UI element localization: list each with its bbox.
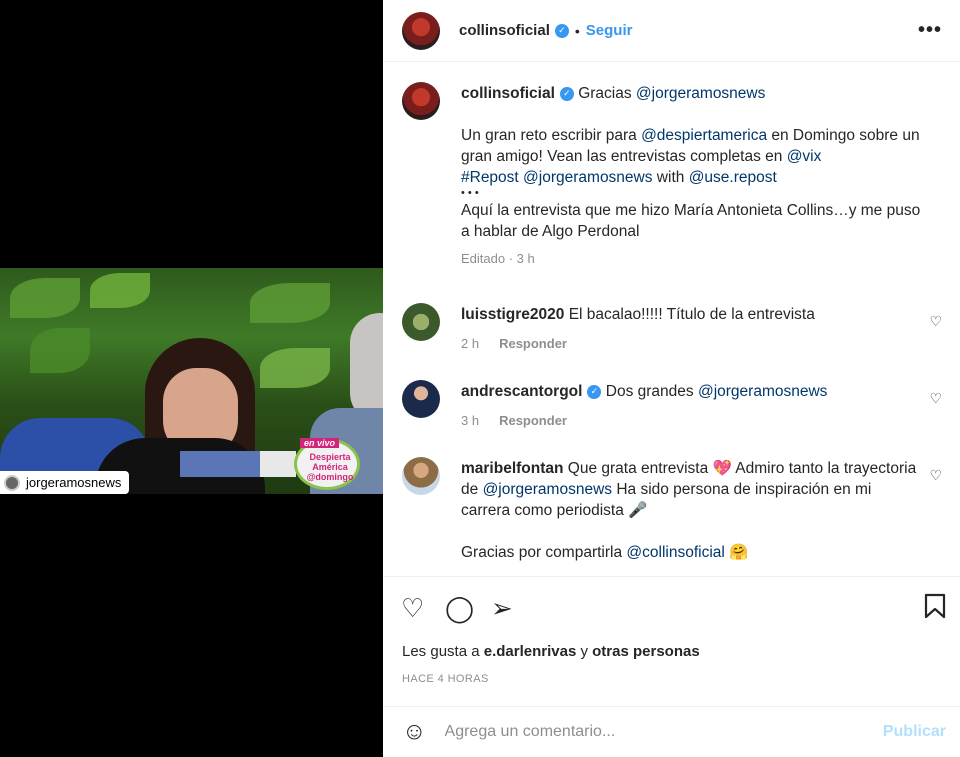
lower-third-bar-white bbox=[260, 451, 296, 477]
comment-text: Dos grandes bbox=[605, 383, 698, 400]
mention-link[interactable]: @jorgeramosnews bbox=[636, 85, 765, 102]
comment-body: maribelfontan Que grata entrevista 💖 Adm… bbox=[461, 457, 921, 563]
comment-like-icon[interactable]: ♡ bbox=[929, 313, 942, 330]
show-logo-text: Despierta América @domingo bbox=[306, 452, 354, 482]
foliage bbox=[30, 328, 90, 373]
caption-text: Un gran reto escribir para bbox=[461, 127, 642, 144]
comment-username[interactable]: luisstigre2020 bbox=[461, 306, 564, 323]
comment-item: andrescantorgol ✓ Dos grandes @jorgeramos… bbox=[402, 380, 942, 431]
lower-third-bar bbox=[180, 451, 260, 477]
mention-link[interactable]: @jorgeramosnews bbox=[523, 169, 652, 186]
tag-avatar bbox=[4, 474, 20, 491]
comment-time: 2 h bbox=[461, 336, 480, 351]
comment-text: 🤗 bbox=[724, 544, 749, 561]
hashtag-link[interactable]: #Repost bbox=[461, 169, 519, 186]
comment-like-icon[interactable]: ♡ bbox=[929, 390, 942, 407]
tag-username: jorgeramosnews bbox=[26, 475, 122, 490]
comment-icon[interactable]: ◯ bbox=[445, 593, 474, 623]
post-header: collinsoficial ✓ • Seguir ••• bbox=[383, 0, 960, 62]
reply-button[interactable]: Responder bbox=[499, 413, 567, 428]
avatar[interactable] bbox=[402, 11, 440, 50]
comment-time: 3 h bbox=[461, 413, 480, 428]
verified-icon: ✓ bbox=[587, 384, 602, 399]
foliage bbox=[260, 348, 330, 388]
post-media[interactable]: en vivo Despierta América @domingo jorge… bbox=[0, 0, 383, 757]
post-actions: ♡ ◯ ➢ Les gusta a e.darlenrivas y otras … bbox=[383, 576, 960, 706]
caption-paragraph: Un gran reto escribir para @despiertamer… bbox=[461, 125, 921, 167]
heart-icon[interactable]: ♡ bbox=[401, 593, 424, 623]
others-link[interactable]: otras personas bbox=[592, 643, 700, 660]
liker-username[interactable]: e.darlenrivas bbox=[484, 643, 577, 660]
avatar[interactable] bbox=[402, 303, 440, 341]
post-panel: collinsoficial ✓ • Seguir ••• collinsofi… bbox=[383, 0, 960, 757]
foliage bbox=[250, 283, 330, 323]
mention-link[interactable]: @despiertamerica bbox=[641, 127, 767, 144]
comment-text: El bacalao!!!!! Título de la entrevista bbox=[568, 306, 815, 323]
post-time: HACE 4 HORAS bbox=[402, 673, 489, 685]
publish-button[interactable]: Publicar bbox=[883, 723, 946, 741]
likes-prefix: Les gusta a bbox=[402, 643, 484, 660]
action-bar: ♡ ◯ ➢ bbox=[401, 593, 946, 623]
smile-icon[interactable]: ☺ bbox=[402, 718, 427, 746]
verified-icon: ✓ bbox=[554, 23, 569, 38]
comment-text: Gracias por compartirla bbox=[461, 544, 627, 561]
caption-text: Gracias bbox=[578, 85, 636, 102]
avatar[interactable] bbox=[402, 82, 440, 120]
post-video[interactable]: en vivo Despierta América @domingo bbox=[0, 268, 383, 494]
caption-text: Aquí la entrevista que me hizo María Ant… bbox=[461, 202, 921, 240]
comment-item: maribelfontan Que grata entrevista 💖 Adm… bbox=[402, 457, 942, 563]
interviewer-head bbox=[350, 313, 383, 423]
caption-body: collinsoficial ✓ Gracias @jorgeramosnews … bbox=[461, 82, 921, 269]
comment-item: luisstigre2020 El bacalao!!!!! Título de… bbox=[402, 303, 942, 354]
caption-dots: • • • bbox=[461, 187, 479, 199]
comment-body: andrescantorgol ✓ Dos grandes @jorgeramos… bbox=[461, 380, 921, 431]
mention-link[interactable]: @jorgeramosnews bbox=[483, 481, 612, 498]
header-username[interactable]: collinsoficial bbox=[459, 22, 550, 39]
separator: • bbox=[574, 22, 580, 39]
caption-meta: Editado · 3 h bbox=[461, 251, 535, 266]
comment-meta: 3 h Responder bbox=[461, 410, 921, 431]
likes-mid: y bbox=[576, 643, 593, 660]
comment-meta: 2 h Responder bbox=[461, 333, 921, 354]
follow-button[interactable]: Seguir bbox=[586, 22, 633, 39]
user-tag[interactable]: jorgeramosnews bbox=[0, 471, 130, 494]
mention-link[interactable]: @vix bbox=[787, 148, 822, 165]
mention-link[interactable]: @use.repost bbox=[689, 169, 777, 186]
more-options-icon[interactable]: ••• bbox=[918, 19, 942, 42]
comment-input[interactable] bbox=[444, 723, 825, 741]
likes-summary: Les gusta a e.darlenrivas y otras person… bbox=[402, 643, 700, 660]
caption-text: with bbox=[652, 169, 689, 186]
comment-username[interactable]: andrescantorgol bbox=[461, 383, 582, 400]
comment-username[interactable]: maribelfontan bbox=[461, 460, 563, 477]
caption: collinsoficial ✓ Gracias @jorgeramosnews … bbox=[402, 82, 942, 269]
foliage bbox=[90, 273, 150, 308]
comment-body: luisstigre2020 El bacalao!!!!! Título de… bbox=[461, 303, 921, 354]
foliage bbox=[10, 278, 80, 318]
caption-username[interactable]: collinsoficial bbox=[461, 85, 555, 102]
mention-link[interactable]: @jorgeramosnews bbox=[698, 383, 827, 400]
avatar[interactable] bbox=[402, 380, 440, 418]
live-tag: en vivo bbox=[300, 438, 340, 448]
send-icon[interactable]: ➢ bbox=[491, 593, 513, 623]
verified-icon: ✓ bbox=[559, 86, 574, 101]
bookmark-icon[interactable] bbox=[924, 593, 946, 625]
avatar[interactable] bbox=[402, 457, 440, 495]
comments-list[interactable]: collinsoficial ✓ Gracias @jorgeramosnews … bbox=[383, 62, 960, 576]
mention-link[interactable]: @collinsoficial bbox=[626, 544, 724, 561]
caption-paragraph: #Repost @jorgeramosnews with @use.repost bbox=[461, 167, 921, 188]
reply-button[interactable]: Responder bbox=[499, 336, 567, 351]
add-comment-bar: ☺ Publicar bbox=[383, 706, 960, 757]
comment-like-icon[interactable]: ♡ bbox=[929, 467, 942, 484]
